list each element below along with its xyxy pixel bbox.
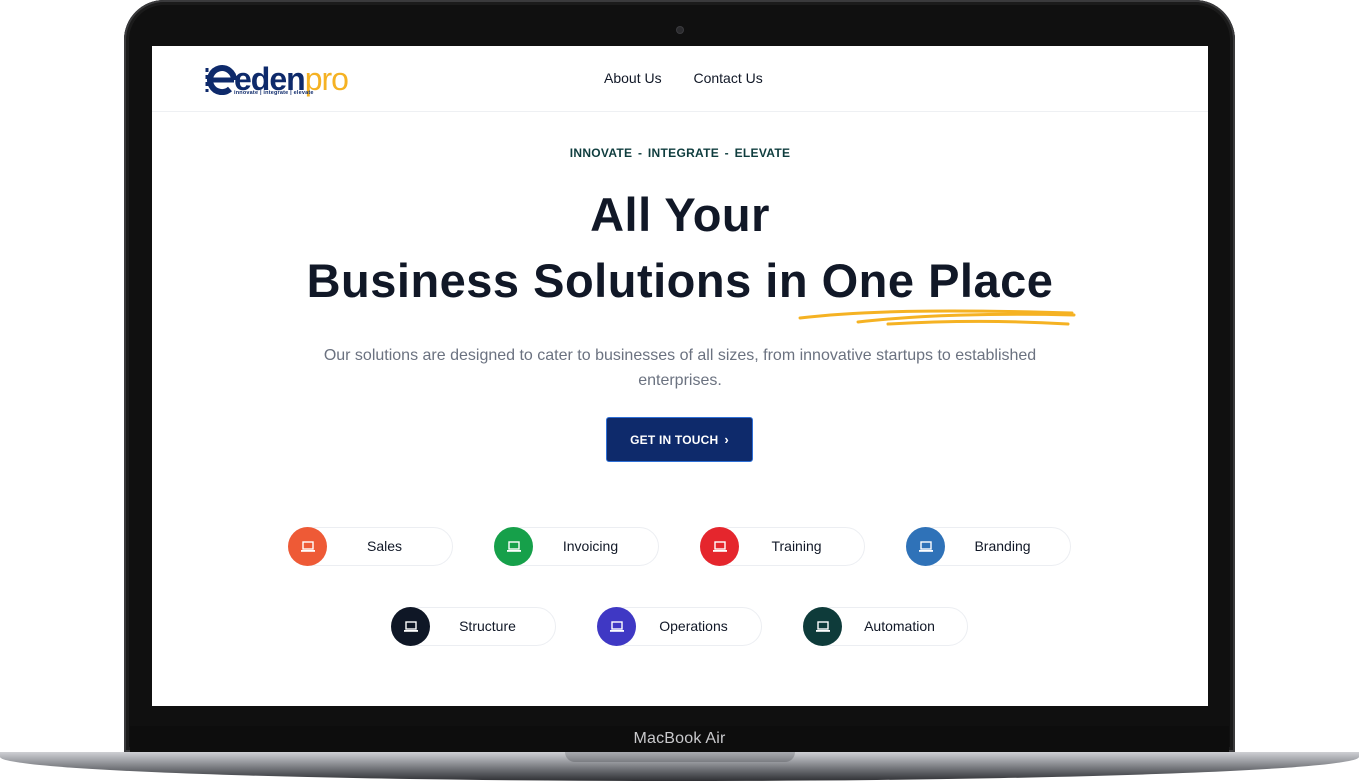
service-label: Automation: [864, 618, 935, 634]
nav-about-us[interactable]: About Us: [604, 70, 662, 86]
website-screen: edenpro innovate | integrate | elevate A…: [152, 46, 1208, 706]
laptop-icon: [300, 540, 315, 552]
service-label: Branding: [974, 538, 1031, 554]
camera-dot: [677, 27, 683, 33]
service-icon-circle: [803, 607, 842, 646]
highlight-scribble: [798, 309, 1076, 326]
service-icon-circle: [494, 527, 533, 566]
laptop-icon: [506, 540, 521, 552]
cta-label: GET IN TOUCH: [630, 432, 719, 447]
laptop-icon: [815, 620, 830, 632]
hero-title: All Your Business Solutions in One Place: [152, 182, 1208, 314]
service-pill-operations[interactable]: Operations: [597, 607, 762, 646]
hero-subtitle: Our solutions are designed to cater to b…: [323, 347, 1037, 389]
edenpro-logo[interactable]: edenpro innovate | integrate | elevate: [204, 62, 384, 98]
chevron-right-icon: ›: [724, 432, 729, 447]
service-label: Training: [771, 538, 822, 554]
device-label: MacBook Air: [633, 730, 726, 747]
service-label: Sales: [366, 538, 403, 554]
site-header: edenpro innovate | integrate | elevate A…: [152, 46, 1208, 112]
service-icon-circle: [288, 527, 327, 566]
service-label: Invoicing: [562, 538, 619, 554]
service-icon-circle: [700, 527, 739, 566]
service-label: Operations: [659, 618, 728, 634]
laptop-notch: [565, 752, 795, 762]
logo-tagline: innovate | integrate | elevate: [234, 90, 314, 96]
main-nav: About Us Contact Us: [604, 70, 791, 86]
service-pill-training[interactable]: Training: [700, 527, 865, 566]
laptop-icon: [712, 540, 727, 552]
service-pill-automation[interactable]: Automation: [803, 607, 968, 646]
service-pill-invoicing[interactable]: Invoicing: [494, 527, 659, 566]
get-in-touch-button[interactable]: GET IN TOUCH ›: [606, 417, 753, 462]
nav-contact-us[interactable]: Contact Us: [693, 70, 762, 86]
service-pill-sales[interactable]: Sales: [288, 527, 453, 566]
laptop-icon: [403, 620, 418, 632]
service-pill-structure[interactable]: Structure: [391, 607, 556, 646]
laptop-icon: [918, 540, 933, 552]
logo-mark-icon: [205, 65, 237, 95]
laptop-icon: [609, 620, 624, 632]
hero-title-line-1: All Your: [590, 188, 770, 241]
service-icon-circle: [391, 607, 430, 646]
service-icon-circle: [906, 527, 945, 566]
service-icon-circle: [597, 607, 636, 646]
service-label: Structure: [459, 618, 516, 634]
hero-tagline: INNOVATE - INTEGRATE - ELEVATE: [569, 146, 791, 160]
service-pill-branding[interactable]: Branding: [906, 527, 1071, 566]
